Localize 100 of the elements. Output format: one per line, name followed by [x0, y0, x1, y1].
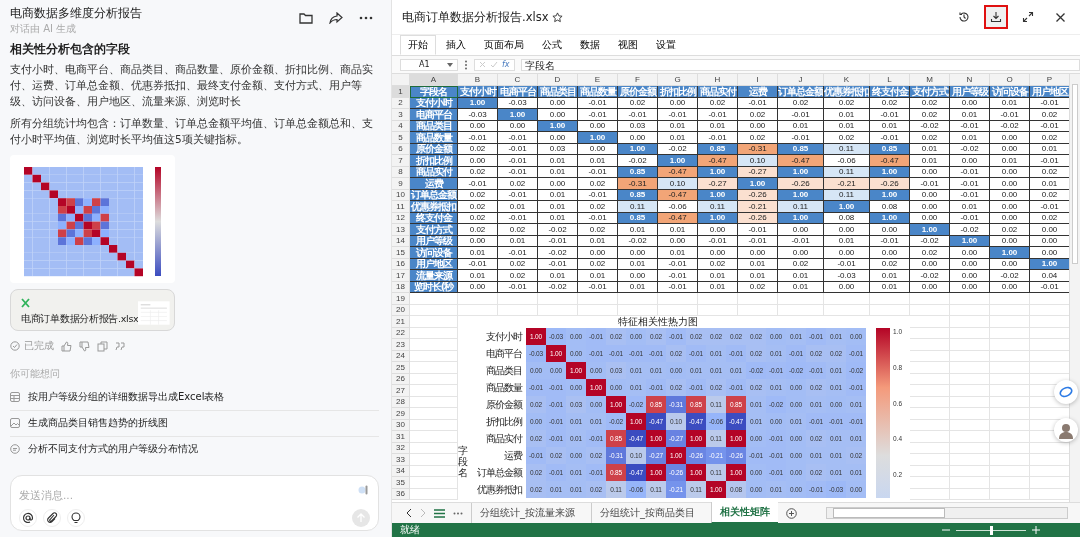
empty-cell: [578, 293, 618, 305]
empty-cell: [990, 350, 1030, 362]
row-number[interactable]: 19: [392, 293, 410, 305]
row-number[interactable]: 33: [392, 454, 410, 466]
table-cell: 0.01: [778, 281, 824, 293]
column-letter[interactable]: F: [618, 74, 658, 86]
column-letter[interactable]: J: [778, 74, 824, 86]
ribbon-tab[interactable]: 设置: [648, 35, 684, 55]
row-number[interactable]: 29: [392, 408, 410, 420]
table-cell: 0.00: [618, 132, 658, 144]
history-icon: [958, 11, 970, 23]
heatmap-thumbnail-drawing[interactable]: [10, 155, 175, 283]
row-number[interactable]: 9: [392, 178, 410, 190]
row-number[interactable]: 15: [392, 247, 410, 259]
star-icon[interactable]: [552, 11, 564, 23]
ribbon-tab[interactable]: 视图: [610, 35, 646, 55]
assistant-button[interactable]: [1054, 380, 1078, 404]
name-box[interactable]: A1: [400, 58, 458, 71]
table-cell: 0.00: [458, 155, 498, 167]
row-number[interactable]: 25: [392, 362, 410, 374]
horizontal-scrollbar[interactable]: [826, 507, 1068, 519]
row-number[interactable]: 27: [392, 385, 410, 397]
idea-button[interactable]: [67, 509, 85, 527]
column-letter[interactable]: G: [658, 74, 698, 86]
empty-cell: [950, 362, 990, 374]
column-letter[interactable]: M: [910, 74, 950, 86]
column-letter[interactable]: O: [990, 74, 1030, 86]
column-letter[interactable]: I: [738, 74, 778, 86]
vertical-scrollbar[interactable]: [1069, 74, 1080, 502]
table-cell: 0.02: [910, 247, 950, 259]
ribbon-tab[interactable]: 开始: [400, 35, 436, 55]
thumbs-up-icon[interactable]: [61, 340, 72, 352]
column-letter[interactable]: E: [578, 74, 618, 86]
thumbs-down-icon[interactable]: [79, 340, 90, 352]
message-input[interactable]: 发送消息...: [19, 489, 339, 501]
add-sheet-icon[interactable]: [786, 507, 797, 519]
table-cell: 0.01: [538, 270, 578, 282]
table-cell: -0.01: [618, 109, 658, 121]
table-cell: 0.02: [738, 109, 778, 121]
row-number[interactable]: 35: [392, 477, 410, 489]
empty-cell: [990, 362, 1030, 374]
zoom-out-icon[interactable]: [942, 526, 950, 534]
function-button[interactable]: fx: [502, 60, 510, 69]
previous-sheet-icon[interactable]: [406, 509, 412, 517]
table-cell: -0.47: [870, 155, 910, 167]
table-cell: 0.02: [618, 97, 658, 109]
row-number[interactable]: 3: [392, 109, 410, 121]
sheet-tab[interactable]: 相关性矩阵: [711, 502, 778, 524]
folder-icon[interactable]: [299, 12, 313, 24]
table-cell: 0.01: [910, 155, 950, 167]
avatar-button[interactable]: [1054, 418, 1078, 442]
row-number[interactable]: 21: [392, 316, 410, 328]
row-number[interactable]: 11: [392, 201, 410, 213]
empty-cell: [458, 293, 498, 305]
column-letter[interactable]: B: [458, 74, 498, 86]
row-number[interactable]: 1: [392, 86, 410, 98]
more-sheets-icon[interactable]: [453, 511, 463, 515]
suggestion-item[interactable]: 生成商品类目销售趋势的折线图: [10, 411, 379, 437]
table-cell: -0.01: [498, 155, 538, 167]
table-header-cell: 运费: [738, 86, 778, 98]
attach-button[interactable]: [43, 509, 61, 527]
column-letter[interactable]: A: [410, 74, 458, 86]
table-cell: 0.01: [538, 189, 578, 201]
table-cell: 0.01: [498, 235, 538, 247]
share-icon[interactable]: [329, 12, 343, 24]
table-header-cell: 电商平台: [498, 86, 538, 98]
row-number[interactable]: 7: [392, 155, 410, 167]
table-cell: 0.00: [910, 189, 950, 201]
row-number[interactable]: 13: [392, 224, 410, 236]
row-number[interactable]: 5: [392, 132, 410, 144]
column-letter[interactable]: P: [1030, 74, 1069, 86]
ribbon-tab[interactable]: 插入: [438, 35, 474, 55]
column-letter[interactable]: L: [870, 74, 910, 86]
table-cell: -0.01: [578, 109, 618, 121]
vertical-dots-icon[interactable]: [464, 59, 468, 70]
table-cell: -0.01: [458, 258, 498, 270]
menu-icon[interactable]: [434, 508, 445, 518]
formula-field[interactable]: 字段名: [520, 58, 1080, 71]
row-number[interactable]: 17: [392, 270, 410, 282]
mention-button[interactable]: [19, 509, 37, 527]
file-card[interactable]: 电商订单数据分析报告.xlsx: [10, 289, 175, 331]
row-number[interactable]: 31: [392, 431, 410, 443]
column-letter[interactable]: H: [698, 74, 738, 86]
suggestion-item[interactable]: 按用户等级分组的详细数据导出成Excel表格: [10, 385, 379, 411]
empty-cell: [950, 431, 990, 443]
voice-icon[interactable]: [358, 484, 368, 496]
empty-cell: [870, 293, 910, 305]
more-icon[interactable]: [359, 16, 373, 20]
row-number[interactable]: 23: [392, 339, 410, 351]
column-letter[interactable]: K: [824, 74, 870, 86]
download-button[interactable]: [984, 5, 1008, 29]
column-letter[interactable]: C: [498, 74, 538, 86]
row-label-cell: 优惠券抵扣: [410, 201, 458, 213]
column-letter[interactable]: N: [950, 74, 990, 86]
suggestion-item[interactable]: 分析不同支付方式的用户等级分布情况: [10, 437, 379, 462]
ribbon-tab[interactable]: 数据: [572, 35, 608, 55]
column-letter[interactable]: D: [538, 74, 578, 86]
ribbon-tab[interactable]: 页面布局: [476, 35, 532, 55]
ribbon-tab[interactable]: 公式: [534, 35, 570, 55]
zoom-in-icon[interactable]: [1032, 526, 1040, 534]
